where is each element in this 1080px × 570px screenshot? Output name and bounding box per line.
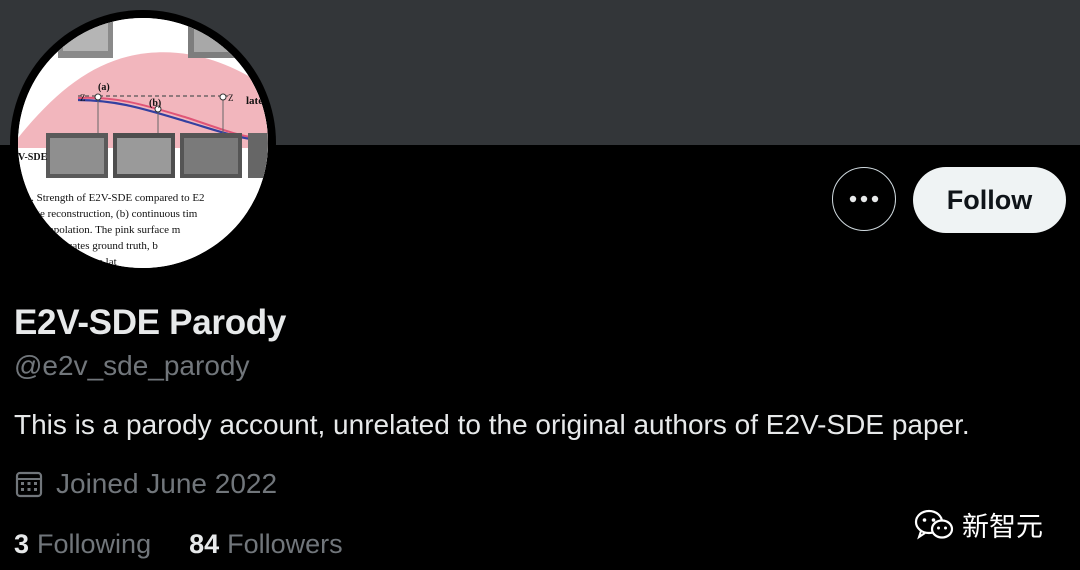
svg-text:Z: Z [228,93,234,103]
svg-text:e 1. Strength of E2V-SDE compa: e 1. Strength of E2V-SDE compared to E2 [18,192,205,204]
joined-date: Joined June 2022 [14,468,277,500]
avatar-image: (a) (b) Z Z late V-SDE e 1. Strength of … [18,18,268,268]
svg-text:(a): (a) [98,82,110,93]
svg-text:Z: Z [80,93,86,103]
followers-link[interactable]: 84 Followers [189,529,343,560]
svg-text:image reconstruction, (b) cont: image reconstruction, (b) continuous tim [18,208,198,220]
svg-text:late: late [246,95,263,107]
avatar[interactable]: (a) (b) Z Z late V-SDE e 1. Strength of … [10,10,276,276]
svg-text:black line indicates lat: black line indicates lat [18,256,117,268]
followers-label: Followers [227,529,343,559]
calendar-icon [15,471,43,498]
follow-button[interactable]: Follow [913,167,1066,233]
profile-name: E2V-SDE Parody [14,303,287,342]
followers-count: 84 [189,529,220,559]
following-label: Following [37,529,152,559]
profile-handle: @e2v_sde_parody [14,350,250,381]
profile-bio: This is a parody account, unrelated to t… [14,409,970,440]
watermark: 新智元 [914,505,1043,544]
svg-text:(b): (b) [149,98,161,109]
svg-text:ed line indicates ground truth: ed line indicates ground truth, b [18,240,158,252]
svg-text:nd extrapolation. The pink sur: nd extrapolation. The pink surface m [18,224,181,236]
watermark-text: 新智元 [962,512,1043,542]
more-horizontal-icon [849,195,879,203]
joined-text: Joined June 2022 [56,468,278,499]
follow-counts: 3 Following 84 Followers [14,529,343,560]
following-count: 3 [14,529,30,559]
more-options-button[interactable] [832,167,896,231]
following-link[interactable]: 3 Following [14,529,151,560]
wechat-icon [914,509,954,539]
svg-text:V-SDE: V-SDE [18,152,48,163]
